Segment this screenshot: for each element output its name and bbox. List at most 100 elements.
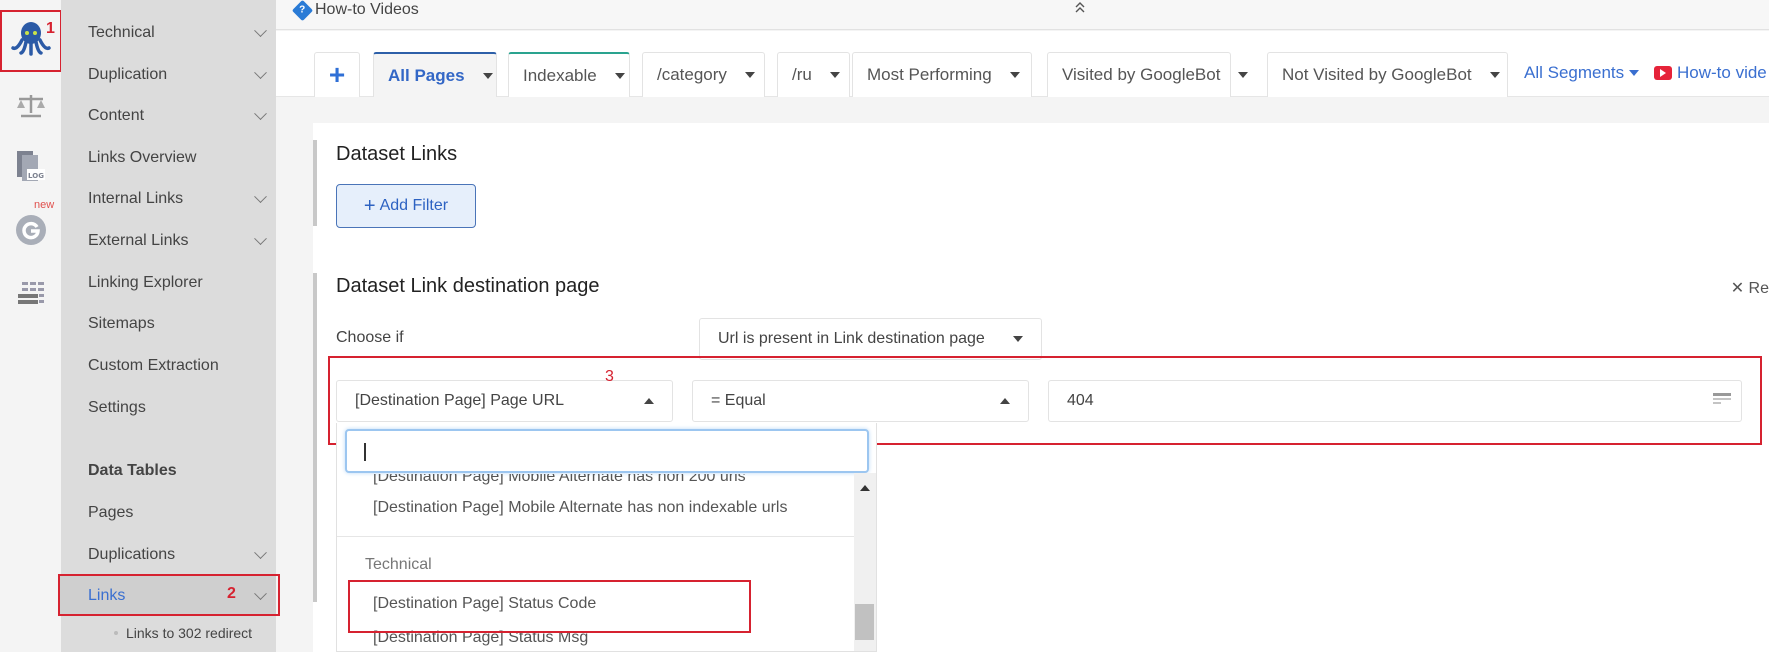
sidebar-item-label: Links: [88, 587, 126, 604]
scrollbar-thumb[interactable]: [855, 604, 874, 640]
section-accent-bar: [313, 140, 317, 226]
chevron-down-icon: [254, 65, 267, 79]
section-accent-bar: [313, 273, 317, 602]
annotation-number: 3: [605, 368, 614, 385]
filter-operator-value: = Equal: [711, 392, 766, 409]
dropdown-option[interactable]: [Destination Page] Status Msg: [373, 629, 588, 647]
sidebar-item-label: External Links: [88, 232, 189, 249]
caret-down-icon: [1629, 70, 1640, 76]
octopus-logo-icon: [10, 22, 51, 56]
tab-label: Visited by GoogleBot: [1062, 65, 1221, 84]
all-segments-dropdown[interactable]: All Segments: [1524, 63, 1640, 83]
rail-item-compare[interactable]: [0, 88, 61, 122]
sidebar-item-label: Settings: [88, 399, 146, 416]
caret-up-icon: [644, 398, 654, 404]
sidebar-item-technical[interactable]: Technical: [88, 20, 268, 46]
tab-category[interactable]: /category: [642, 52, 765, 97]
table-stack-icon: [17, 282, 44, 304]
sidebar-item-label: Sitemaps: [88, 315, 155, 332]
chevron-down-icon: [254, 23, 267, 37]
youtube-icon: [1654, 66, 1672, 80]
tab-visited-by-googlebot[interactable]: Visited by GoogleBot: [1047, 52, 1249, 97]
sidebar-item-sitemaps[interactable]: Sitemaps: [88, 311, 268, 337]
choose-if-label: Choose if: [336, 329, 404, 346]
sidebar-item-custom-extraction[interactable]: Custom Extraction: [88, 353, 268, 379]
rail-item-tables[interactable]: [0, 278, 61, 308]
dataset-links-title: Dataset Links: [336, 143, 458, 165]
howto-videos-youtube-link[interactable]: How-to vide: [1654, 63, 1767, 83]
sidebar-item-duplications[interactable]: Duplications: [88, 542, 268, 568]
tab-indexable[interactable]: Indexable: [508, 52, 630, 97]
choose-if-select[interactable]: Url is present in Link destination page: [699, 318, 1042, 360]
filter-field-value: [Destination Page] Page URL: [355, 392, 565, 409]
sidebar-item-links-overview[interactable]: Links Overview: [88, 145, 268, 171]
sidebar-section-title: Data Tables: [88, 462, 177, 479]
sidebar-item-label: Linking Explorer: [88, 274, 203, 291]
field-dropdown-menu: [Destination Page] Mobile Alternate has …: [336, 423, 877, 652]
sidebar-item-label: Technical: [88, 24, 155, 41]
tab-all-pages[interactable]: All Pages: [373, 52, 497, 97]
sidebar-item-content[interactable]: Content: [88, 103, 268, 129]
list-lines-icon[interactable]: [1713, 393, 1731, 409]
scroll-up-arrow-icon[interactable]: [860, 485, 870, 491]
icon-rail: 1 LOG new: [0, 0, 62, 652]
sidebar-nav: Technical Duplication Content Links Over…: [58, 0, 276, 652]
caret-down-icon: [482, 72, 493, 79]
sidebar-subitem-links-302[interactable]: Links to 302 redirect: [114, 625, 252, 641]
sidebar-item-external-links[interactable]: External Links: [88, 228, 268, 254]
bullet-icon: [114, 631, 118, 635]
rail-item-crawl[interactable]: [0, 8, 61, 68]
sidebar-item-links[interactable]: Links: [88, 583, 268, 609]
tab-ru[interactable]: /ru: [777, 52, 850, 97]
add-filter-button[interactable]: + Add Filter: [336, 184, 476, 228]
sidebar-item-label: Duplication: [88, 66, 168, 83]
sidebar-item-label: Internal Links: [88, 190, 184, 207]
caret-down-icon: [1489, 72, 1500, 78]
sidebar-subitem-label: Links to 302 redirect: [126, 625, 253, 641]
howto-videos-link[interactable]: ? How-to Videos: [291, 0, 419, 21]
all-segments-label: All Segments: [1524, 63, 1625, 82]
collapse-button[interactable]: [1074, 0, 1086, 16]
sidebar-item-pages[interactable]: Pages: [88, 500, 268, 526]
caret-down-icon: [1238, 72, 1249, 78]
sidebar-item-linking-explorer[interactable]: Linking Explorer: [88, 270, 268, 296]
sidebar-item-label: Pages: [88, 504, 134, 521]
scales-icon: [16, 95, 45, 118]
sidebar-item-label: Duplications: [88, 546, 176, 563]
sidebar-item-internal-links[interactable]: Internal Links: [88, 186, 268, 212]
chevron-down-icon: [254, 545, 267, 559]
dropdown-group-label: Technical: [365, 556, 432, 573]
filter-operator-select[interactable]: = Equal: [692, 380, 1029, 422]
add-segment-button[interactable]: +: [314, 52, 360, 97]
annotation-number: 1: [46, 20, 55, 37]
dropdown-search-input[interactable]: [345, 429, 869, 473]
tab-most-performing[interactable]: Most Performing: [852, 52, 1032, 97]
sidebar-item-duplication[interactable]: Duplication: [88, 62, 268, 88]
caret-down-icon: [829, 72, 840, 78]
dropdown-option[interactable]: [Destination Page] Mobile Alternate has …: [373, 499, 787, 517]
add-filter-label: Add Filter: [379, 197, 449, 214]
caret-down-icon: [1013, 336, 1023, 342]
tab-label: /category: [657, 65, 727, 84]
chevron-down-icon: [254, 189, 267, 203]
dropdown-option-status-code[interactable]: [Destination Page] Status Code: [373, 595, 596, 613]
tab-label: Indexable: [523, 65, 597, 85]
filter-value-input[interactable]: 404: [1048, 380, 1742, 422]
chevron-down-icon: [254, 106, 267, 120]
segments-tab-bar: + All Pages Indexable /category /ru Most…: [276, 31, 1769, 97]
help-diamond-icon: ?: [291, 0, 314, 21]
caret-down-icon: [614, 72, 625, 79]
filter-field-select[interactable]: [Destination Page] Page URL: [336, 380, 673, 422]
caret-up-icon: [1000, 398, 1010, 404]
dropdown-scrollbar[interactable]: [854, 473, 876, 651]
tab-label: All Pages: [388, 65, 465, 85]
tab-not-visited-by-googlebot[interactable]: Not Visited by GoogleBot: [1267, 52, 1508, 97]
new-badge: new: [34, 199, 55, 211]
remove-dataset-button[interactable]: ✕ Re: [1731, 278, 1769, 298]
google-icon: [15, 215, 46, 245]
filter-value-text: 404: [1067, 392, 1094, 409]
annotation-number: 2: [227, 585, 236, 602]
sidebar-item-settings[interactable]: Settings: [88, 395, 268, 421]
rail-item-google[interactable]: [0, 212, 61, 248]
rail-item-log[interactable]: LOG: [0, 148, 61, 184]
